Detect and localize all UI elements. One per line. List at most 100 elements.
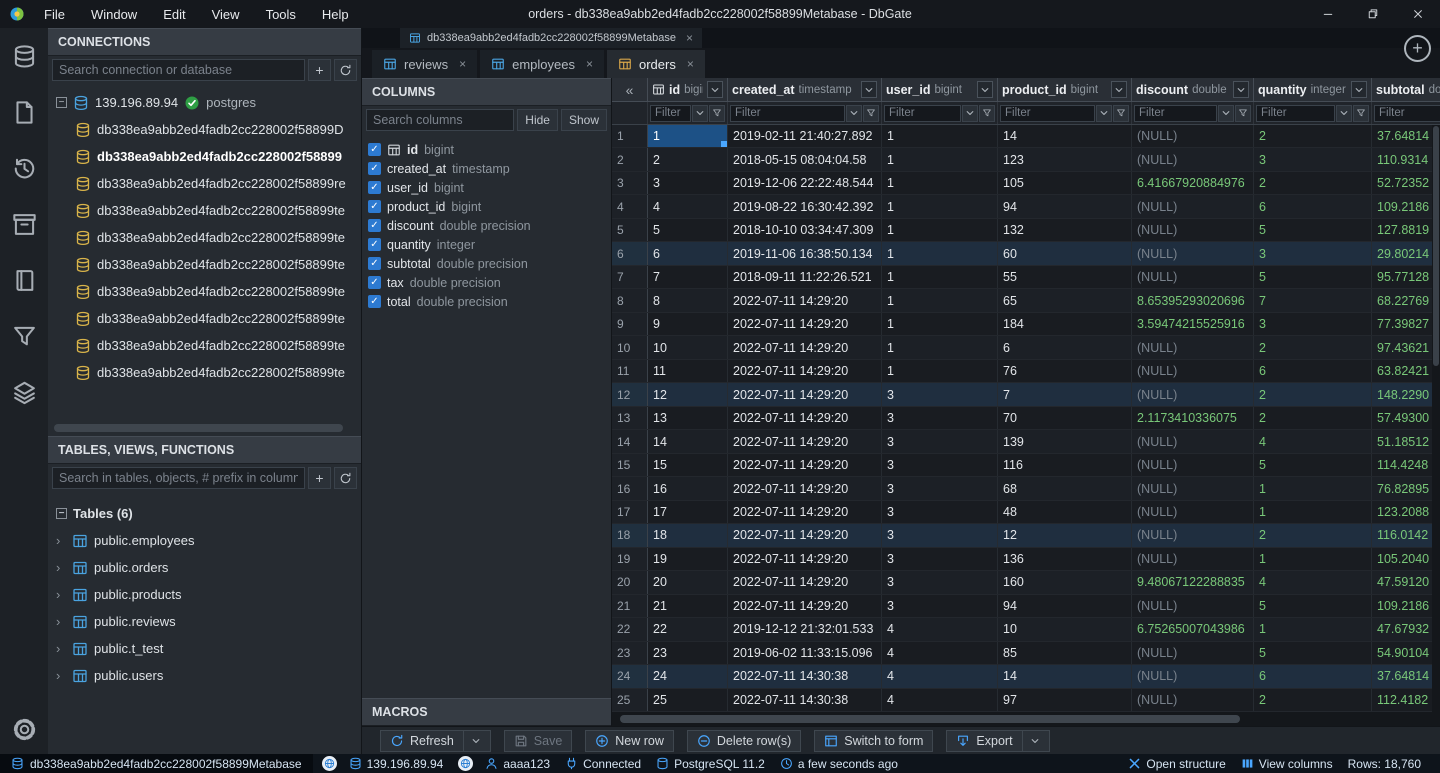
cell[interactable]: 12 [998, 524, 1132, 547]
cell[interactable]: 112.4182 [1372, 689, 1440, 711]
cell[interactable]: (NULL) [1132, 336, 1254, 359]
row-number[interactable]: 11 [612, 359, 648, 383]
cell[interactable]: (NULL) [1132, 125, 1254, 148]
cell[interactable]: 2022-07-11 14:29:20 [728, 477, 882, 500]
row-number[interactable]: 3 [612, 171, 648, 195]
cell[interactable]: 3 [882, 500, 998, 524]
layers-icon[interactable] [12, 380, 37, 405]
filter-funnel-button[interactable] [979, 104, 995, 122]
filter-input-quantity[interactable] [1256, 104, 1335, 122]
cell[interactable]: 110.9314 [1372, 148, 1440, 170]
cell[interactable]: 2 [1254, 383, 1372, 406]
cell[interactable]: 109.2186 [1372, 195, 1440, 217]
cell[interactable]: 65 [998, 289, 1132, 312]
filter-input-id[interactable] [650, 104, 691, 122]
cell[interactable]: 1 [1254, 618, 1372, 641]
cell[interactable]: 2019-12-06 22:22:48.544 [728, 171, 882, 195]
cell[interactable]: 5 [1254, 265, 1372, 289]
column-menu-button[interactable] [1111, 81, 1127, 98]
cell[interactable]: 9.48067122288835 [1132, 571, 1254, 594]
add-tab-button[interactable]: + [1404, 35, 1431, 62]
cell[interactable]: 6.75265007043986 [1132, 618, 1254, 641]
filter-type-button[interactable] [962, 104, 978, 122]
cell[interactable]: 3 [882, 477, 998, 500]
cell[interactable]: 6 [648, 242, 728, 265]
column-toggle-created_at[interactable]: ✓ created_at timestamp [368, 159, 609, 178]
close-tab-icon[interactable]: × [687, 57, 694, 71]
database-item[interactable]: db338ea9abb2ed4fadb2cc228002f58899te [48, 197, 361, 224]
cell[interactable]: 132 [998, 218, 1132, 242]
cell[interactable]: 1 [882, 312, 998, 336]
tab-orders[interactable]: orders × [606, 50, 705, 78]
cell[interactable]: 116.0142 [1372, 524, 1440, 546]
row-number[interactable]: 8 [612, 289, 648, 312]
statusbar-server[interactable]: 139.196.89.94 [349, 757, 443, 771]
column-menu-button[interactable] [707, 81, 723, 98]
close-button[interactable] [1395, 0, 1440, 28]
filter-input-created_at[interactable] [730, 104, 845, 122]
connections-hscrollbar[interactable] [54, 424, 343, 432]
cell[interactable]: 11 [648, 359, 728, 383]
tables-group[interactable]: − Tables (6) [48, 500, 361, 527]
grid-vscrollbar[interactable] [1432, 125, 1440, 712]
column-toggle-id[interactable]: ✓ id bigint [368, 140, 609, 159]
filter-type-button[interactable] [846, 104, 862, 122]
columns-search-input[interactable] [366, 109, 515, 131]
cell[interactable]: 14 [648, 430, 728, 453]
column-toggle-discount[interactable]: ✓ discount double precision [368, 216, 609, 235]
cell[interactable]: 2022-07-11 14:29:20 [728, 524, 882, 547]
menu-edit[interactable]: Edit [150, 0, 198, 28]
cell[interactable]: 6 [1254, 359, 1372, 383]
chevron-right-icon[interactable]: › [56, 560, 66, 575]
cell[interactable]: 7 [1254, 289, 1372, 312]
row-number[interactable]: 17 [612, 500, 648, 524]
cell[interactable]: 48 [998, 500, 1132, 524]
cell[interactable]: 1 [1254, 547, 1372, 571]
cell[interactable]: 2022-07-11 14:29:20 [728, 594, 882, 618]
cell[interactable]: 6.41667920884976 [1132, 171, 1254, 195]
cell[interactable]: 2022-07-11 14:29:20 [728, 430, 882, 453]
filter-funnel-button[interactable] [1113, 104, 1129, 122]
cell[interactable]: 3.59474215525916 [1132, 312, 1254, 336]
checkbox-checked-icon[interactable]: ✓ [368, 219, 381, 232]
filter-input-product_id[interactable] [1000, 104, 1095, 122]
cell[interactable]: 85 [998, 641, 1132, 665]
filter-funnel-button[interactable] [1353, 104, 1369, 122]
checkbox-checked-icon[interactable]: ✓ [368, 238, 381, 251]
cell[interactable]: 3 [882, 524, 998, 547]
cell[interactable]: 94 [998, 195, 1132, 218]
close-tab-icon[interactable]: × [686, 31, 693, 45]
cell[interactable]: 3 [882, 571, 998, 594]
column-header-quantity[interactable]: quantity integer [1254, 78, 1372, 101]
cell[interactable]: 63.82421 [1372, 360, 1440, 382]
cell[interactable]: 76.82895 [1372, 477, 1440, 499]
hide-columns-button[interactable]: Hide [517, 109, 558, 131]
cell[interactable]: 184 [998, 312, 1132, 336]
cell[interactable]: 12 [648, 383, 728, 406]
cell[interactable]: 29.80214 [1372, 242, 1440, 264]
column-menu-button[interactable] [1351, 81, 1367, 98]
minimize-button[interactable] [1305, 0, 1350, 28]
cell[interactable]: 2 [648, 148, 728, 171]
cell[interactable]: 2019-12-12 21:32:01.533 [728, 618, 882, 641]
cell[interactable]: (NULL) [1132, 688, 1254, 712]
cell[interactable]: 2 [1254, 688, 1372, 712]
cell[interactable]: (NULL) [1132, 359, 1254, 383]
funnel-rail-icon[interactable] [12, 324, 37, 349]
cell[interactable]: 17 [648, 500, 728, 524]
cell[interactable]: 127.8819 [1372, 219, 1440, 241]
cell[interactable]: 3 [882, 547, 998, 571]
cell[interactable]: 5 [1254, 218, 1372, 242]
filter-funnel-button[interactable] [709, 104, 725, 122]
cell[interactable]: 51.18512 [1372, 430, 1440, 452]
checkbox-checked-icon[interactable]: ✓ [368, 257, 381, 270]
cell[interactable]: 3 [1254, 312, 1372, 336]
database-item[interactable]: db338ea9abb2ed4fadb2cc228002f58899te [48, 224, 361, 251]
row-number[interactable]: 24 [612, 665, 648, 688]
add-table-button[interactable]: + [308, 467, 331, 489]
cell[interactable]: 5 [648, 218, 728, 242]
cell[interactable]: 14 [998, 125, 1132, 148]
add-connection-button[interactable]: + [308, 59, 331, 81]
table-item-employees[interactable]: › public.employees [48, 527, 361, 554]
column-toggle-user_id[interactable]: ✓ user_id bigint [368, 178, 609, 197]
